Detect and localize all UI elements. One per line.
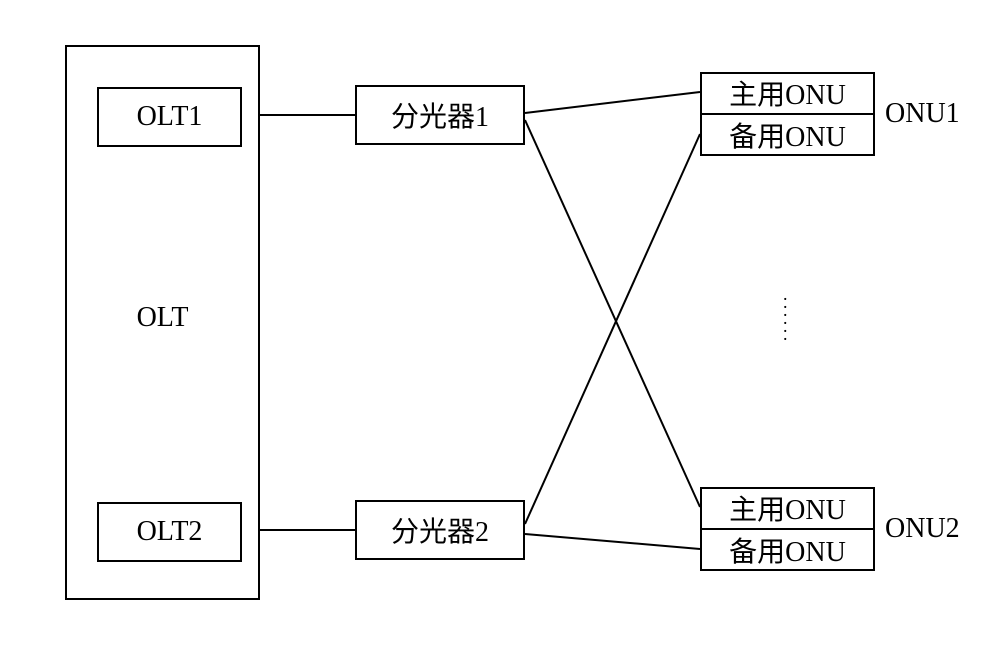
splitter2-box: 分光器2 [355, 500, 525, 560]
ellipsis-icon: ...... [783, 290, 788, 338]
splitter1-box: 分光器1 [355, 85, 525, 145]
olt2-box: OLT2 [97, 502, 242, 562]
onu2-standby-label: 备用ONU [729, 530, 846, 570]
onu2-group-label: ONU2 [885, 513, 960, 545]
splitter1-label: 分光器1 [391, 95, 489, 135]
splitter2-label: 分光器2 [391, 510, 489, 550]
onu1-box: 主用ONU 备用ONU [700, 72, 875, 156]
onu1-primary-row: 主用ONU [702, 73, 873, 115]
olt-outer-box: OLT1 OLT OLT2 [65, 45, 260, 600]
onu1-standby-label: 备用ONU [729, 115, 846, 155]
onu1-primary-label: 主用ONU [729, 73, 846, 113]
onu1-group-label: ONU1 [885, 98, 960, 130]
onu2-box: 主用ONU 备用ONU [700, 487, 875, 571]
onu2-standby-row: 备用ONU [702, 530, 873, 570]
olt-label: OLT [67, 302, 258, 334]
onu1-standby-row: 备用ONU [702, 115, 873, 155]
onu2-primary-label: 主用ONU [729, 488, 846, 528]
onu2-primary-row: 主用ONU [702, 488, 873, 530]
olt1-box: OLT1 [97, 87, 242, 147]
olt1-label: OLT1 [137, 101, 203, 133]
olt2-label: OLT2 [137, 516, 203, 548]
